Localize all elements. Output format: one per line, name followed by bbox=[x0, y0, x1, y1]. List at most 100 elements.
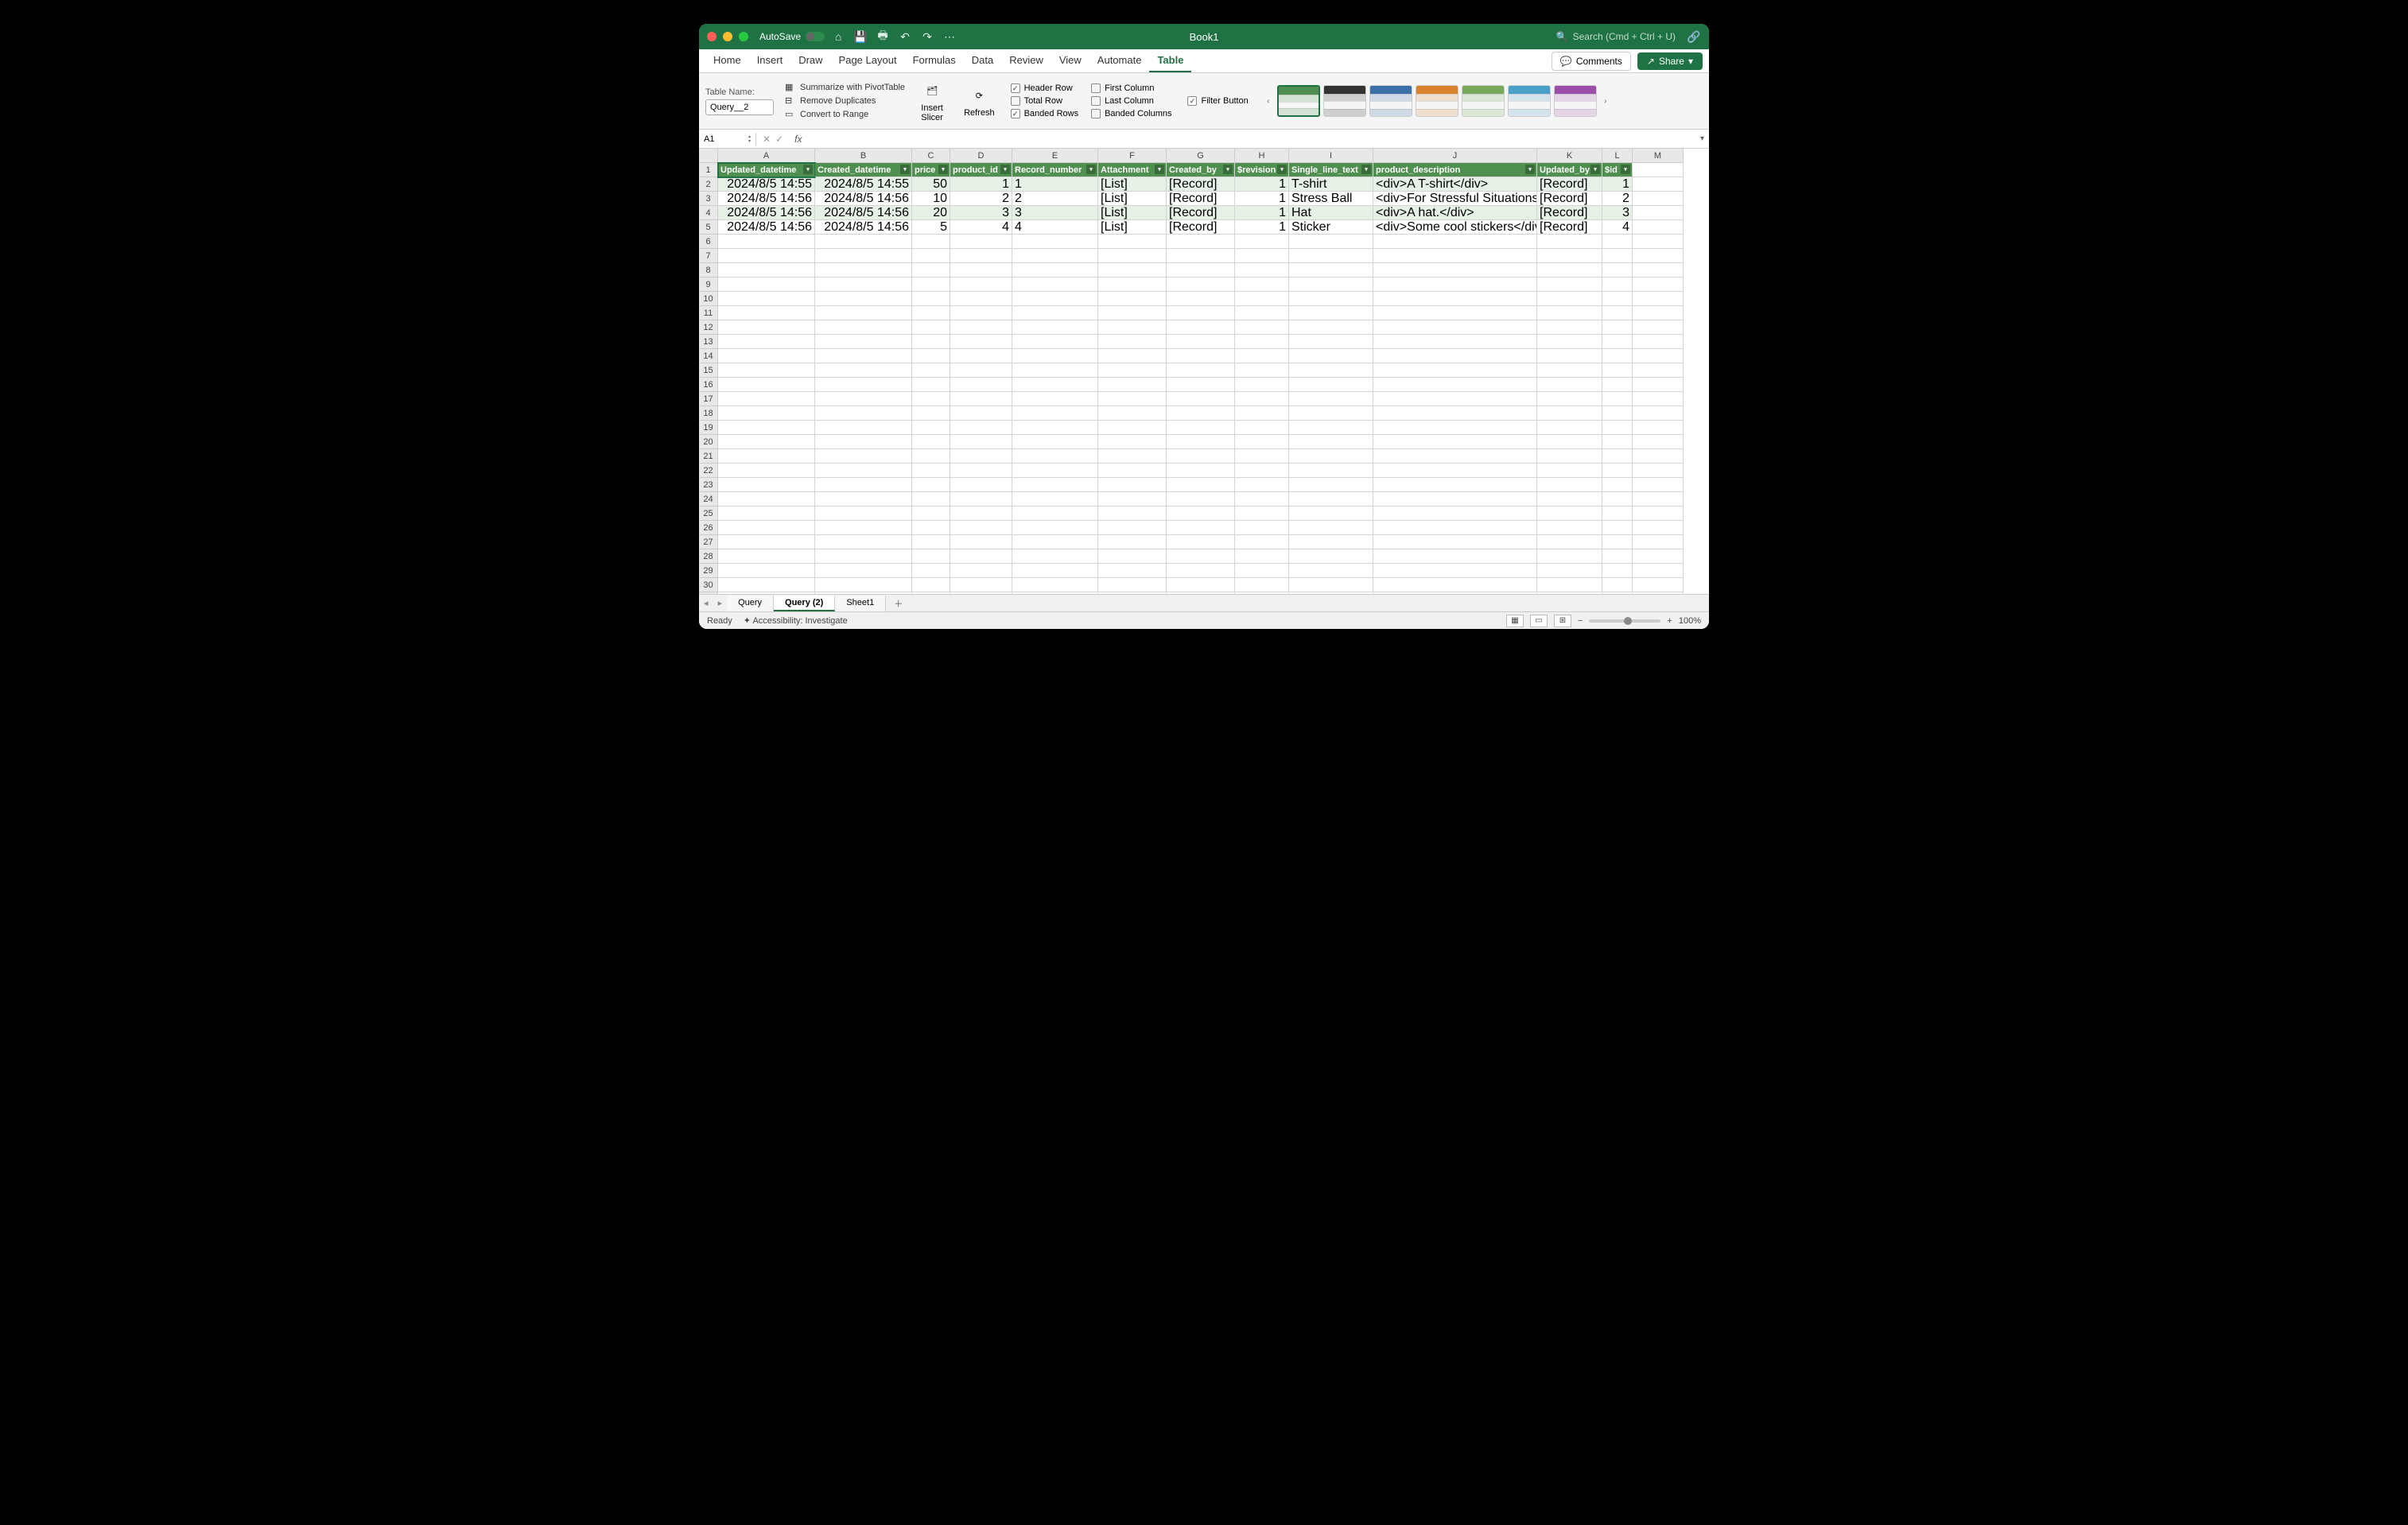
ribbon-tab-review[interactable]: Review bbox=[1001, 49, 1051, 72]
row-header[interactable]: 7 bbox=[699, 249, 718, 263]
cell[interactable] bbox=[1098, 578, 1167, 592]
cell[interactable] bbox=[1537, 535, 1602, 549]
row-header[interactable]: 9 bbox=[699, 277, 718, 292]
cell[interactable] bbox=[1537, 578, 1602, 592]
cell[interactable]: <div>Some cool stickers</div> bbox=[1373, 220, 1537, 235]
cell[interactable] bbox=[1289, 521, 1373, 535]
cell[interactable] bbox=[1167, 392, 1235, 406]
cell[interactable] bbox=[815, 478, 912, 492]
cell[interactable]: 2024/8/5 14:56 bbox=[718, 206, 815, 220]
cell[interactable] bbox=[815, 578, 912, 592]
cell[interactable] bbox=[950, 478, 1012, 492]
table-style-swatch[interactable] bbox=[1416, 85, 1458, 117]
cell[interactable] bbox=[950, 335, 1012, 349]
cell[interactable] bbox=[1537, 464, 1602, 478]
cell[interactable] bbox=[1373, 235, 1537, 249]
cell[interactable] bbox=[912, 478, 950, 492]
sheet-tab[interactable]: Query (2) bbox=[774, 596, 835, 611]
cell[interactable] bbox=[1633, 506, 1684, 521]
cell[interactable]: [List] bbox=[1098, 192, 1167, 206]
cell[interactable] bbox=[1012, 378, 1098, 392]
cell[interactable] bbox=[1373, 421, 1537, 435]
cell[interactable] bbox=[815, 363, 912, 378]
cell[interactable] bbox=[1012, 363, 1098, 378]
cell[interactable] bbox=[1633, 163, 1684, 177]
cell[interactable]: 4 bbox=[1012, 220, 1098, 235]
cell[interactable] bbox=[815, 506, 912, 521]
cell[interactable]: 1 bbox=[1235, 177, 1289, 192]
cell[interactable] bbox=[1235, 549, 1289, 564]
cell[interactable] bbox=[1602, 492, 1633, 506]
accept-formula-icon[interactable]: ✓ bbox=[775, 134, 783, 145]
cell[interactable] bbox=[1289, 363, 1373, 378]
cell[interactable] bbox=[950, 435, 1012, 449]
cell[interactable] bbox=[1098, 492, 1167, 506]
cell[interactable] bbox=[1289, 421, 1373, 435]
cell[interactable] bbox=[1012, 435, 1098, 449]
cell[interactable] bbox=[1373, 292, 1537, 306]
header-row-checkbox[interactable]: Header Row bbox=[1011, 83, 1079, 93]
cell[interactable] bbox=[1235, 349, 1289, 363]
redo-icon[interactable]: ↷ bbox=[920, 29, 934, 44]
normal-view-button[interactable]: ▦ bbox=[1506, 615, 1524, 627]
cell[interactable] bbox=[815, 564, 912, 578]
cell[interactable]: 1 bbox=[1235, 206, 1289, 220]
cell[interactable] bbox=[1289, 277, 1373, 292]
filter-dropdown-icon[interactable]: ▾ bbox=[1000, 165, 1010, 174]
cell[interactable] bbox=[1602, 277, 1633, 292]
row-header[interactable]: 1 bbox=[699, 163, 718, 177]
cell[interactable]: 1 bbox=[1602, 177, 1633, 192]
cell[interactable] bbox=[1098, 549, 1167, 564]
cell[interactable] bbox=[912, 464, 950, 478]
cell[interactable] bbox=[1289, 306, 1373, 320]
ribbon-tab-formulas[interactable]: Formulas bbox=[905, 49, 964, 72]
cell[interactable] bbox=[1098, 235, 1167, 249]
print-icon[interactable]: 🖶 bbox=[876, 29, 890, 44]
cell[interactable] bbox=[1373, 521, 1537, 535]
ribbon-tab-insert[interactable]: Insert bbox=[749, 49, 791, 72]
cell[interactable]: 4 bbox=[1602, 220, 1633, 235]
row-header[interactable]: 3 bbox=[699, 192, 718, 206]
cell[interactable] bbox=[815, 464, 912, 478]
cell[interactable]: <div>A hat.</div> bbox=[1373, 206, 1537, 220]
cell[interactable] bbox=[1537, 277, 1602, 292]
cell[interactable] bbox=[1098, 406, 1167, 421]
cell[interactable] bbox=[950, 249, 1012, 263]
cell[interactable] bbox=[1098, 349, 1167, 363]
cell[interactable] bbox=[1012, 306, 1098, 320]
cell[interactable] bbox=[1098, 277, 1167, 292]
cell[interactable]: 4 bbox=[950, 220, 1012, 235]
cell[interactable] bbox=[1373, 392, 1537, 406]
row-header[interactable]: 29 bbox=[699, 564, 718, 578]
cell[interactable] bbox=[1289, 263, 1373, 277]
share-link-icon[interactable]: 🔗 bbox=[1687, 29, 1701, 44]
cell[interactable]: product_description▾ bbox=[1373, 163, 1537, 177]
cell[interactable] bbox=[1602, 578, 1633, 592]
name-box[interactable]: A1 ▴▾ bbox=[699, 133, 756, 146]
cell[interactable] bbox=[1012, 492, 1098, 506]
maximize-icon[interactable] bbox=[739, 32, 748, 41]
cell[interactable] bbox=[1633, 392, 1684, 406]
cell[interactable] bbox=[1098, 464, 1167, 478]
cell[interactable] bbox=[1373, 478, 1537, 492]
filter-dropdown-icon[interactable]: ▾ bbox=[1621, 165, 1630, 174]
cell[interactable] bbox=[1537, 349, 1602, 363]
column-header[interactable]: D bbox=[950, 149, 1012, 163]
cell[interactable] bbox=[1633, 192, 1684, 206]
cell[interactable] bbox=[912, 421, 950, 435]
cell[interactable]: 2024/8/5 14:56 bbox=[718, 220, 815, 235]
cell[interactable] bbox=[1289, 464, 1373, 478]
cell[interactable] bbox=[1537, 478, 1602, 492]
filter-dropdown-icon[interactable]: ▾ bbox=[1277, 165, 1287, 174]
ribbon-tab-page-layout[interactable]: Page Layout bbox=[831, 49, 905, 72]
cell[interactable]: 2024/8/5 14:56 bbox=[815, 220, 912, 235]
cell[interactable] bbox=[1167, 549, 1235, 564]
cell[interactable] bbox=[718, 592, 815, 594]
cell[interactable] bbox=[815, 392, 912, 406]
search-box[interactable]: 🔍 Search (Cmd + Ctrl + U) bbox=[1556, 31, 1676, 42]
cell[interactable] bbox=[1289, 478, 1373, 492]
cell[interactable] bbox=[1537, 564, 1602, 578]
cell[interactable] bbox=[1373, 535, 1537, 549]
banded-rows-checkbox[interactable]: Banded Rows bbox=[1011, 109, 1079, 118]
cell[interactable] bbox=[718, 549, 815, 564]
